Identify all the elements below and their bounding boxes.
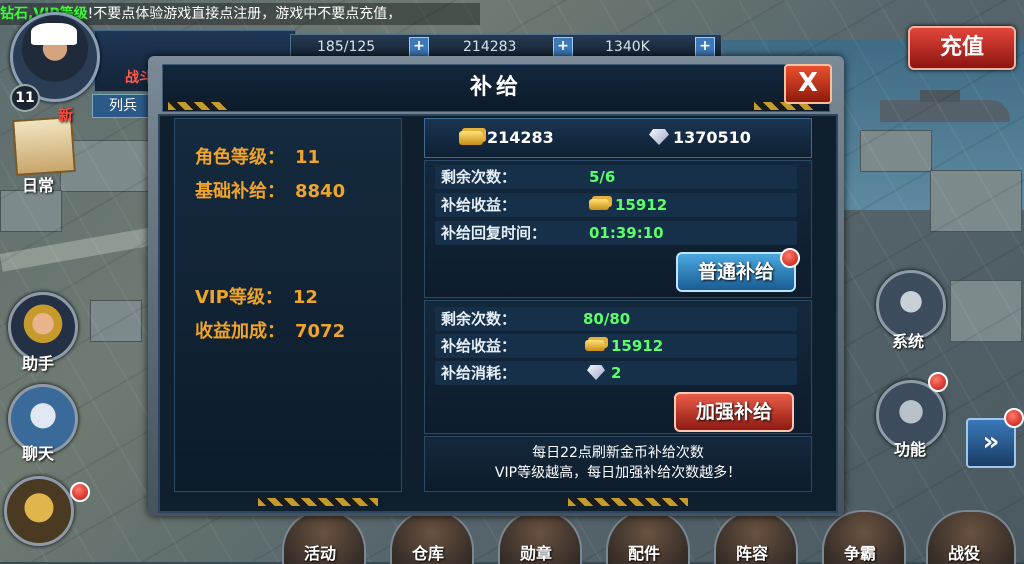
vip-level-stat: VIP等级： 12 — [195, 283, 318, 309]
hazard-stripe — [168, 102, 228, 110]
normal-income-label: 补给收益： — [441, 196, 517, 214]
bottom-label-contest: 争霸 — [844, 544, 877, 563]
bonus-value: 7072 — [295, 321, 346, 342]
dialog-title: 补给 — [469, 75, 522, 100]
expand-alert-dot — [1004, 408, 1024, 428]
bottom-label-campaign: 战役 — [948, 544, 981, 563]
resource-1-plus-button[interactable]: + — [409, 37, 429, 57]
notice-text: !不要点体验游戏直接点注册，游戏中不要点充值， — [87, 6, 402, 22]
enhanced-supply-button[interactable]: 加强补给 — [674, 392, 794, 432]
bottom-label-lineup: 阵容 — [736, 544, 769, 563]
new-badge: 新 — [58, 106, 74, 124]
refresh-info-line1: 每日22点刷新金币补给次数 — [532, 445, 704, 461]
role-level-label: 角色等级： — [195, 147, 285, 168]
function-label: 功能 — [894, 440, 927, 459]
bonus-stat: 收益加成： 7072 — [195, 317, 345, 343]
enhanced-remaining-row: 剩余次数： 80/80 — [435, 307, 797, 331]
vip-level-label: VIP等级： — [195, 287, 283, 308]
normal-income-value: 15912 — [615, 196, 668, 214]
normal-income-row: 补给收益： 15912 — [435, 193, 797, 217]
normal-remaining-value: 5/6 — [589, 168, 616, 186]
bottom-label-parts: 配件 — [628, 544, 661, 563]
bottom-label-warehouse: 仓库 — [412, 544, 445, 563]
treasure-icon[interactable] — [4, 476, 74, 546]
normal-recover-label: 补给回复时间： — [441, 224, 547, 242]
chat-label: 聊天 — [22, 444, 55, 463]
enhanced-income-value: 15912 — [611, 337, 664, 355]
normal-recover-value: 01:39:10 — [589, 224, 664, 242]
gold-icon — [585, 340, 605, 351]
daily-label: 日常 — [22, 176, 55, 195]
normal-recover-row: 补给回复时间： 01:39:10 — [435, 221, 797, 245]
stats-panel: 角色等级： 11 基础补给： 8840 VIP等级： 12 收益加成： 7072 — [174, 118, 402, 492]
gold-icon — [459, 131, 483, 145]
treasure-alert-dot — [70, 482, 90, 502]
assistant-label: 助手 — [22, 354, 55, 373]
normal-remaining-row: 剩余次数： 5/6 — [435, 165, 797, 189]
base-supply-label: 基础补给： — [195, 181, 285, 202]
officer-cap-icon — [31, 23, 77, 45]
bonus-label: 收益加成： — [195, 321, 285, 342]
normal-supply-alert-dot — [780, 248, 800, 268]
enhanced-remaining-label: 剩余次数： — [441, 310, 517, 328]
dialog-resource-panel: 214283 1370510 — [424, 118, 812, 158]
hazard-stripe — [258, 498, 378, 506]
base-supply-value: 8840 — [295, 181, 346, 202]
enhanced-cost-label: 补给消耗： — [441, 364, 517, 382]
enhanced-cost-value: 2 — [611, 364, 622, 382]
gem-icon — [649, 129, 669, 145]
gold-icon — [589, 199, 609, 210]
base-supply-stat: 基础补给： 8840 — [195, 177, 345, 203]
resource-2-plus-button[interactable]: + — [553, 37, 573, 57]
system-label: 系统 — [892, 332, 925, 351]
refresh-info-line2: VIP等级越高，每日加强补给次数越多！ — [494, 465, 742, 481]
hazard-stripe — [568, 498, 688, 506]
enhanced-cost-row: 补给消耗： 2 — [435, 361, 797, 385]
bottom-label-medal: 勋章 — [520, 544, 553, 563]
close-button[interactable]: X — [784, 64, 832, 104]
rank-button[interactable]: 列兵 — [92, 94, 154, 118]
gem-icon — [587, 365, 605, 380]
role-level-value: 11 — [295, 147, 321, 168]
resource-3-plus-button[interactable]: + — [695, 37, 715, 57]
dialog-title-bar: 补给 — [162, 64, 830, 112]
function-alert-dot — [928, 372, 948, 392]
recharge-button[interactable]: 充值 — [908, 26, 1016, 70]
normal-remaining-label: 剩余次数： — [441, 168, 517, 186]
enhanced-remaining-value: 80/80 — [583, 310, 631, 328]
role-level-stat: 角色等级： 11 — [195, 143, 320, 169]
player-level-badge: 11 — [10, 84, 40, 112]
normal-supply-button[interactable]: 普通补给 — [676, 252, 796, 292]
enhanced-income-row: 补给收益： 15912 — [435, 334, 797, 358]
vip-level-value: 12 — [292, 287, 318, 308]
gem-value: 1370510 — [673, 128, 751, 147]
gold-value: 214283 — [487, 128, 554, 147]
refresh-info-note: 每日22点刷新金币补给次数 VIP等级越高，每日加强补给次数越多！ — [424, 436, 812, 492]
enhanced-income-label: 补给收益： — [441, 337, 517, 355]
bottom-label-activity: 活动 — [304, 544, 337, 563]
